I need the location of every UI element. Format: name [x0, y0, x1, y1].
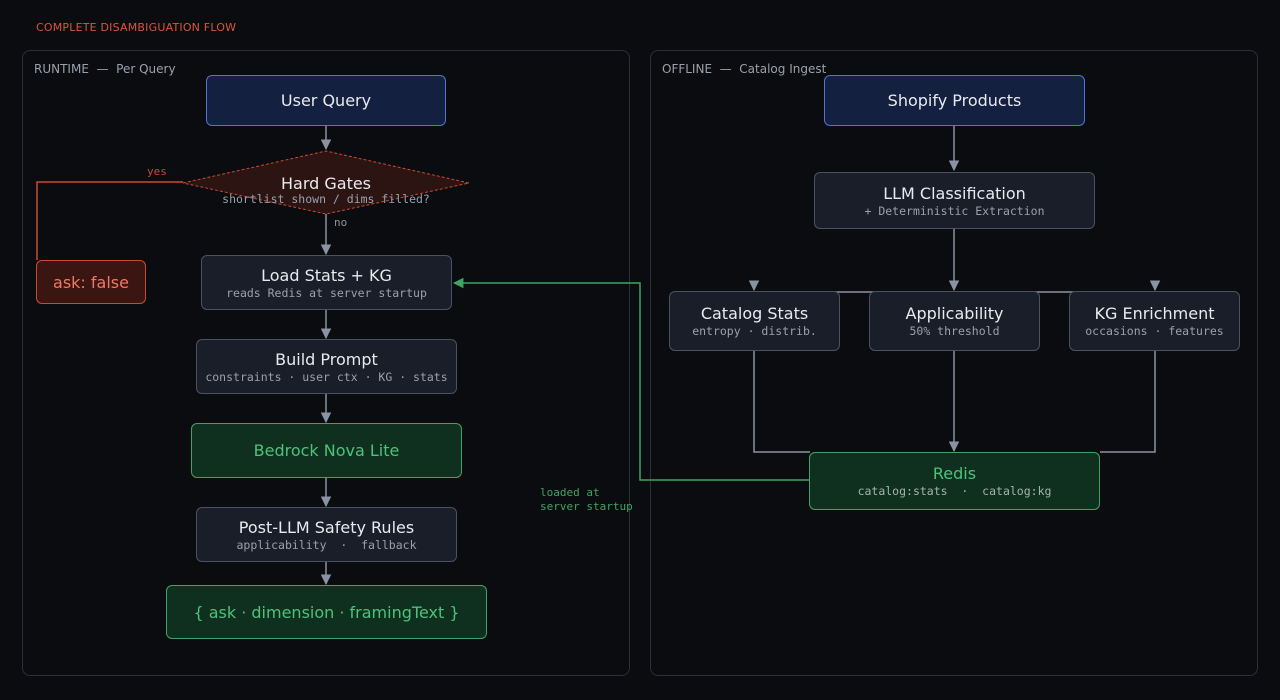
redis-subtitle: catalog:stats · catalog:kg	[857, 484, 1052, 498]
redis-title: Redis	[932, 464, 977, 483]
applicability-subtitle: 50% threshold	[909, 324, 1000, 338]
edge-gates-yes	[36, 181, 183, 260]
bedrock-node: Bedrock Nova Lite	[191, 423, 462, 478]
ask-false-node: ask: false	[36, 260, 146, 304]
llm-classification-subtitle: + Deterministic Extraction	[864, 203, 1045, 218]
load-stats-title: Load Stats + KG	[261, 265, 392, 285]
output-node: { ask · dimension · framingText }	[166, 585, 487, 639]
startup-link-label: loaded at server startup	[540, 486, 633, 514]
no-label: no	[334, 216, 348, 229]
llm-classification-title: LLM Classification	[883, 183, 1026, 203]
startup-link-label-line1: loaded at	[540, 486, 600, 499]
user-query-node: User Query	[206, 75, 446, 126]
catalog-stats-title: Catalog Stats	[700, 304, 809, 323]
shopify-products-label: Shopify Products	[887, 91, 1022, 110]
user-query-label: User Query	[280, 91, 372, 110]
hard-gates-title: Hard Gates	[280, 174, 372, 193]
catalog-stats-subtitle: entropy · distrib.	[692, 324, 817, 338]
hard-gates-subtitle: shortlist shown / dims filled?	[222, 192, 430, 206]
output-label: { ask · dimension · framingText }	[193, 602, 460, 622]
shopify-products-node: Shopify Products	[824, 75, 1085, 126]
load-stats-subtitle: reads Redis at server startup	[226, 285, 427, 300]
catalog-stats-node: Catalog Stats entropy · distrib.	[669, 291, 840, 351]
redis-node: Redis catalog:stats · catalog:kg	[809, 452, 1100, 510]
ask-false-label: ask: false	[53, 272, 129, 292]
load-stats-node: Load Stats + KG reads Redis at server st…	[201, 255, 452, 310]
bedrock-label: Bedrock Nova Lite	[253, 441, 400, 460]
build-prompt-title: Build Prompt	[275, 349, 378, 369]
yes-label: yes	[147, 165, 167, 178]
kg-enrichment-node: KG Enrichment occasions · features	[1069, 291, 1240, 351]
build-prompt-node: Build Prompt constraints · user ctx · KG…	[196, 339, 457, 394]
safety-rules-node: Post-LLM Safety Rules applicability · fa…	[196, 507, 457, 562]
hard-gates-node: Hard Gates shortlist shown / dims filled…	[183, 175, 469, 206]
kg-enrichment-title: KG Enrichment	[1094, 304, 1215, 323]
llm-classification-node: LLM Classification + Deterministic Extra…	[814, 172, 1095, 229]
safety-rules-title: Post-LLM Safety Rules	[238, 517, 415, 537]
kg-enrichment-subtitle: occasions · features	[1085, 324, 1224, 338]
applicability-title: Applicability	[905, 304, 1004, 323]
edge-stats-to-redis	[753, 351, 810, 453]
startup-link-label-line2: server startup	[540, 500, 633, 513]
safety-rules-subtitle: applicability · fallback	[236, 537, 417, 552]
build-prompt-subtitle: constraints · user ctx · KG · stats	[205, 369, 448, 384]
applicability-node: Applicability 50% threshold	[869, 291, 1040, 351]
edge-kg-to-redis	[1100, 351, 1156, 453]
